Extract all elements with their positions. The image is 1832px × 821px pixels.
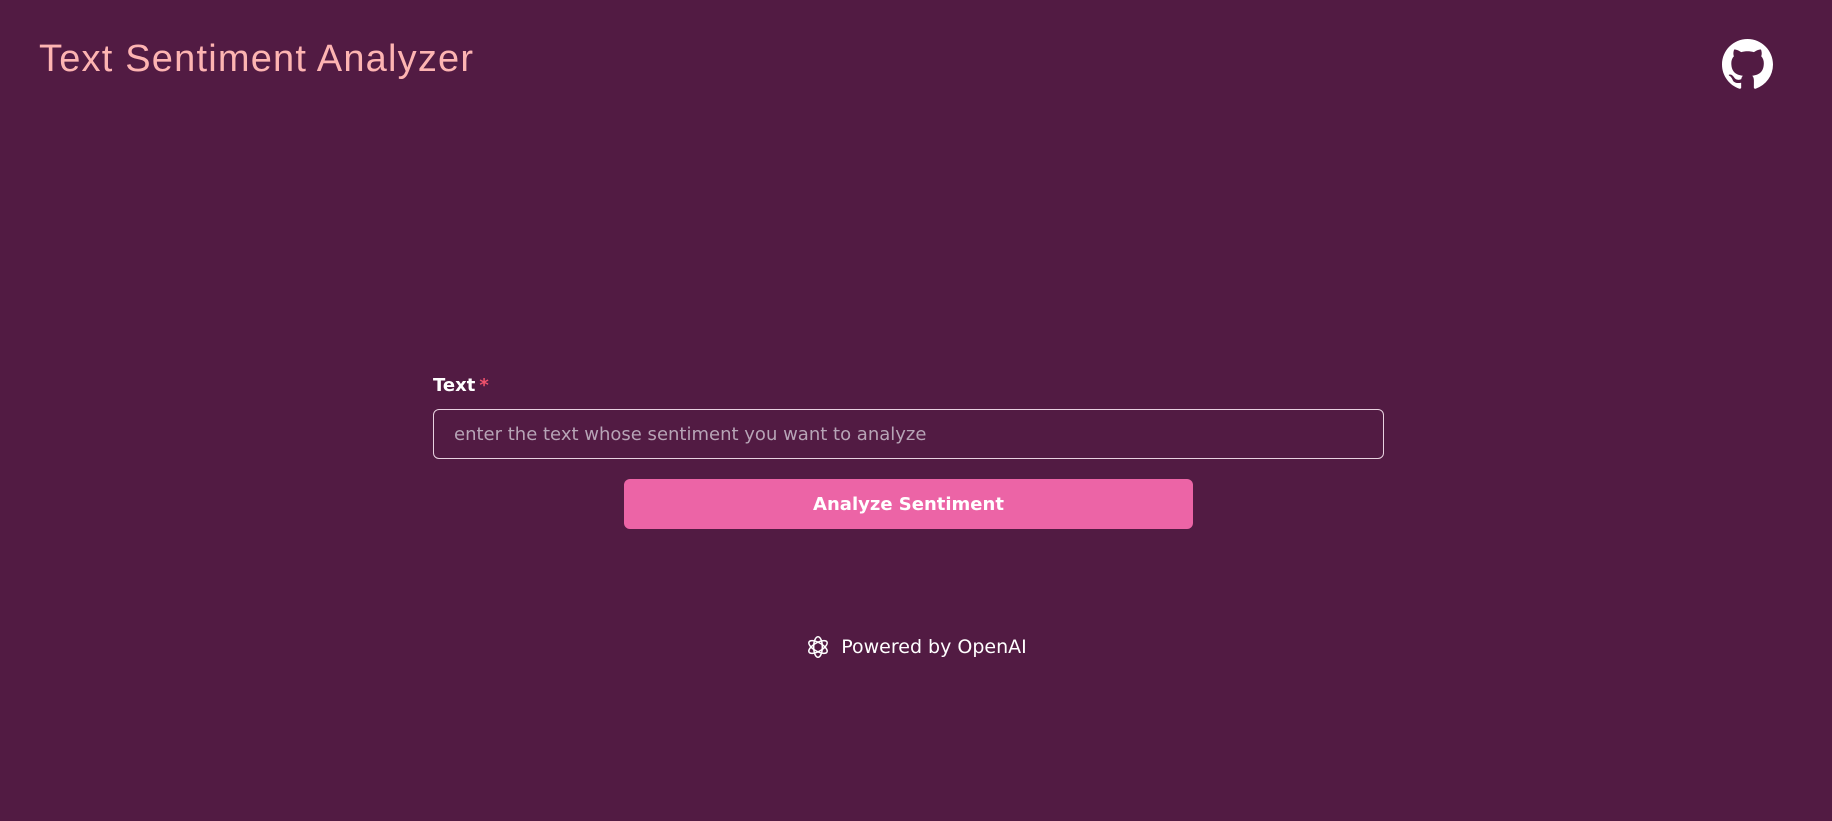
- text-field-label: Text *: [433, 374, 1384, 398]
- analyze-sentiment-button[interactable]: Analyze Sentiment: [624, 479, 1193, 529]
- text-input[interactable]: [433, 409, 1384, 459]
- page: Text Sentiment Analyzer Text* Analyze Se…: [0, 0, 1832, 821]
- powered-by-text: Powered by OpenAI: [841, 636, 1027, 658]
- footer: Powered by OpenAI: [0, 634, 1832, 660]
- sentiment-form: Text* Analyze Sentiment: [433, 374, 1384, 529]
- github-link[interactable]: [1722, 39, 1773, 90]
- app-title: Text Sentiment Analyzer: [39, 38, 475, 80]
- required-asterisk: *: [479, 375, 489, 396]
- text-field-label-text: Text: [433, 375, 476, 396]
- github-icon: [1722, 39, 1773, 89]
- openai-icon: [808, 635, 829, 659]
